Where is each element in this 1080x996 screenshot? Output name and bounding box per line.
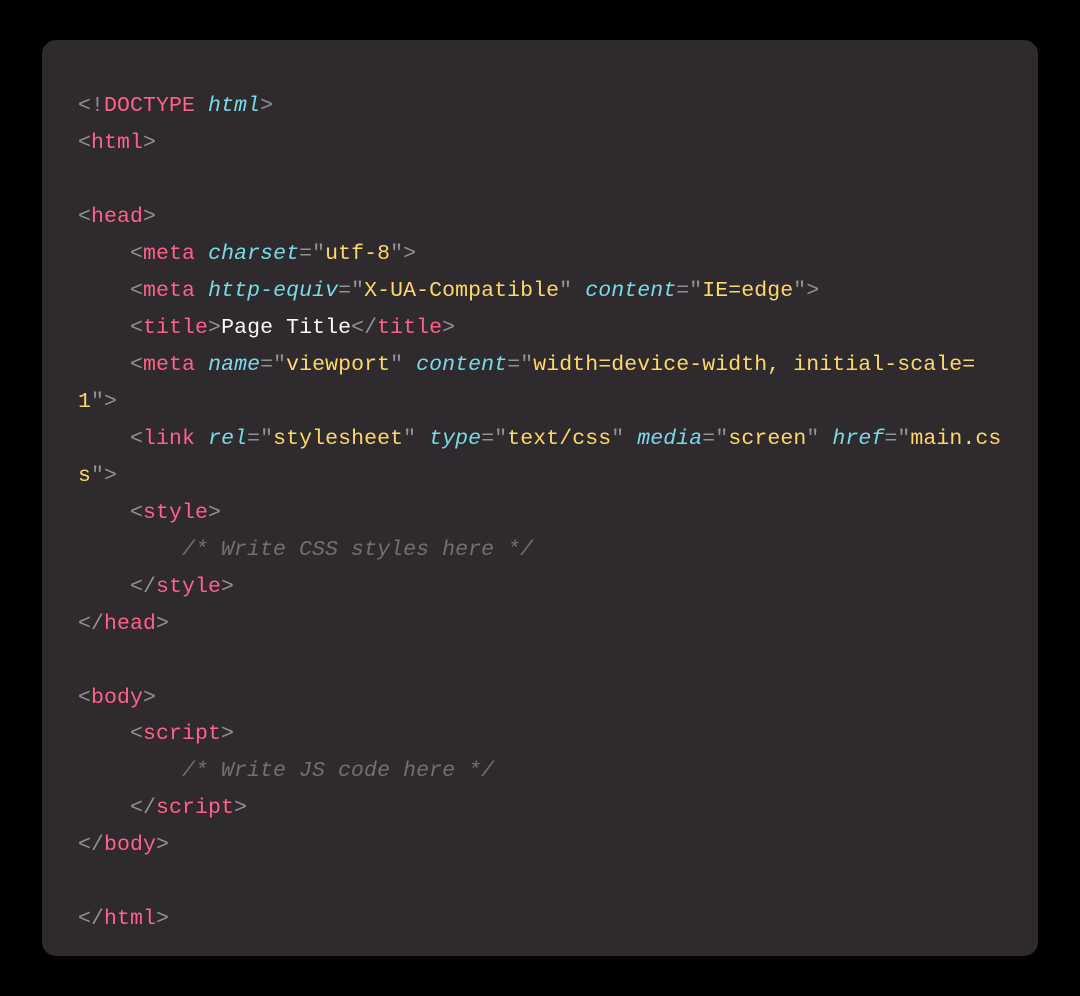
val-viewport: viewport [286,353,390,377]
attr-http-equiv: http-equiv [208,279,338,303]
code-block: <!DOCTYPE html> <html> <head> <meta char… [78,88,1008,938]
head-close-tag: head [104,612,156,636]
html-close-tag: html [104,907,156,931]
doctype-value: html [208,94,260,118]
html-open-tag: html [91,131,143,155]
attr-media: media [637,427,702,451]
val-textcss: text/css [507,427,611,451]
attr-content: content [585,279,676,303]
attr-href: href [832,427,884,451]
attr-charset: charset [208,242,299,266]
val-screen: screen [728,427,806,451]
head-open-tag: head [91,205,143,229]
meta-tag: meta [143,279,195,303]
val-stylesheet: stylesheet [273,427,403,451]
title-close-tag: title [377,316,442,340]
style-close-tag: style [156,575,221,599]
code-panel: <!DOCTYPE html> <html> <head> <meta char… [42,40,1038,956]
body-open-tag: body [91,686,143,710]
attr-type: type [429,427,481,451]
js-comment: /* Write JS code here */ [182,759,494,783]
val-xua: X-UA-Compatible [364,279,559,303]
body-close-tag: body [104,833,156,857]
attr-name: name [208,353,260,377]
meta-tag: meta [143,242,195,266]
style-open-tag: style [143,501,208,525]
attr-content: content [416,353,507,377]
script-close-tag: script [156,796,234,820]
title-open-tag: title [143,316,208,340]
meta-tag: meta [143,353,195,377]
page-title-text: Page Title [221,316,351,340]
script-open-tag: script [143,722,221,746]
val-utf8: utf-8 [325,242,390,266]
attr-rel: rel [208,427,247,451]
link-tag: link [143,427,195,451]
css-comment: /* Write CSS styles here */ [182,538,533,562]
val-ieedge: IE=edge [702,279,793,303]
doctype-keyword: DOCTYPE [104,94,195,118]
